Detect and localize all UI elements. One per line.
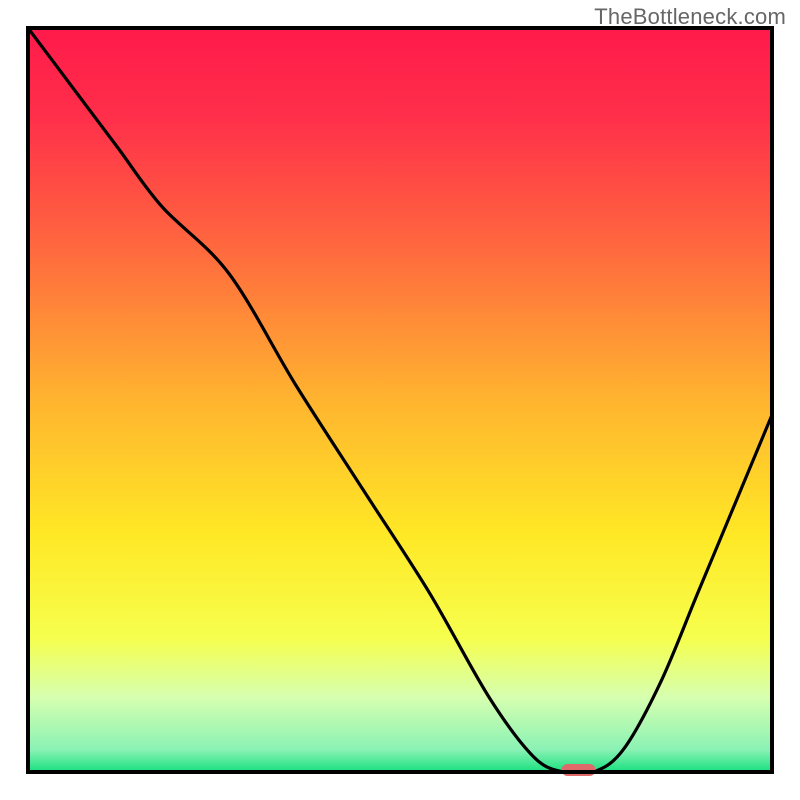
watermark-text: TheBottleneck.com [594,4,786,30]
chart-container: TheBottleneck.com [0,0,800,800]
bottleneck-chart [0,0,800,800]
plot-background [28,28,772,772]
